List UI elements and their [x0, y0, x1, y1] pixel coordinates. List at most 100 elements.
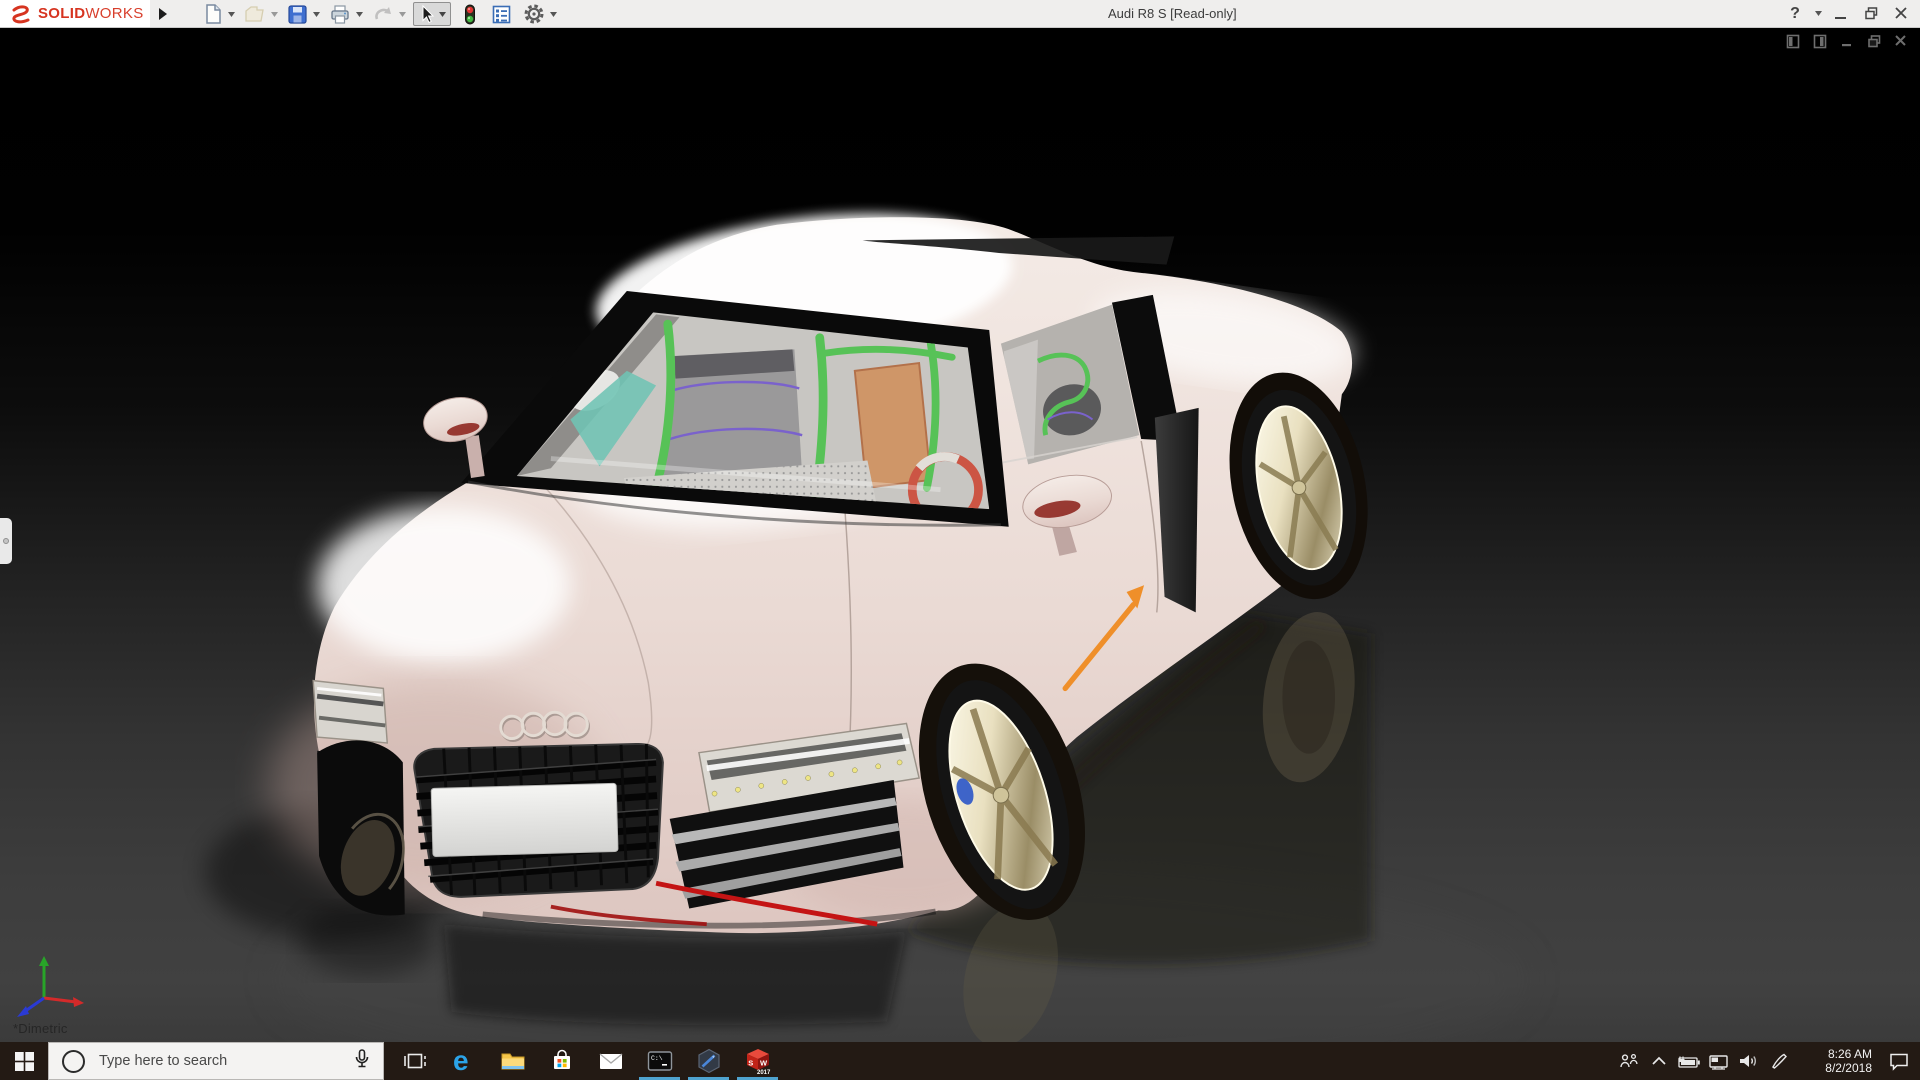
print-button[interactable] — [327, 3, 353, 25]
quick-access-toolbar — [200, 2, 563, 26]
view-orientation-label: *Dimetric — [13, 1021, 68, 1036]
close-button[interactable] — [1888, 2, 1914, 26]
solidworks-wordmark: SOLIDWORKS — [38, 5, 144, 22]
save-dropdown-caret[interactable] — [311, 3, 322, 25]
child-restore-icon[interactable] — [1865, 33, 1883, 49]
options-dropdown-caret[interactable] — [548, 3, 559, 25]
file-properties-button[interactable] — [489, 3, 514, 25]
file-explorer-icon — [501, 1053, 524, 1070]
cortana-icon — [62, 1049, 85, 1073]
svg-text:S: S — [748, 1058, 753, 1067]
save-floppy-icon — [288, 4, 307, 24]
solidworks-visualize-icon — [697, 1048, 720, 1074]
tab-dot — [3, 538, 9, 544]
document-window-icon-2[interactable] — [1811, 33, 1829, 49]
windows-ink-pen-icon[interactable] — [1764, 1042, 1794, 1080]
expand-menu-button[interactable] — [155, 3, 171, 24]
rebuild-button[interactable] — [460, 3, 480, 25]
notifications-icon — [1890, 1053, 1908, 1071]
taskbar-app-solidworks-visualize[interactable] — [684, 1042, 733, 1080]
taskbar-app-microsoft-store[interactable] — [537, 1042, 586, 1080]
clock-time: 8:26 AM — [1827, 1047, 1872, 1061]
svg-text:e: e — [453, 1047, 469, 1075]
z-axis-arrow — [17, 1006, 29, 1017]
headlight-left[interactable] — [312, 679, 389, 744]
open-folder-icon — [245, 6, 264, 22]
taskbar-clock[interactable]: 8:26 AM 8/2/2018 — [1800, 1047, 1872, 1075]
solidworks-logo[interactable]: SOLIDWORKS — [0, 0, 150, 27]
taskbar-app-solidworks-2017[interactable]: S W 2017 — [733, 1042, 782, 1080]
graphics-viewport[interactable]: *Dimetric — [0, 27, 1920, 1042]
orientation-triad[interactable] — [8, 952, 98, 1022]
document-title: Audi R8 S [Read-only] — [1108, 6, 1237, 21]
mail-icon — [599, 1053, 622, 1069]
system-tray: 8:26 AM 8/2/2018 — [1614, 1042, 1920, 1080]
open-button[interactable] — [242, 3, 268, 25]
new-document-icon — [206, 4, 221, 24]
windows-logo-icon — [14, 1051, 34, 1071]
featuremanager-collapsed-tab[interactable] — [0, 518, 12, 564]
undo-arrow-icon — [375, 7, 391, 20]
start-button[interactable] — [0, 1042, 48, 1080]
battery-icon[interactable] — [1674, 1042, 1704, 1080]
svg-text:W: W — [760, 1058, 768, 1067]
help-button[interactable]: ? — [1782, 2, 1808, 26]
microphone-icon[interactable] — [353, 1048, 371, 1075]
car-model-render[interactable] — [0, 27, 1920, 1042]
license-plate-blank[interactable] — [430, 782, 619, 857]
hidden-icons-chevron[interactable] — [1644, 1042, 1674, 1080]
save-button[interactable] — [285, 3, 310, 25]
microsoft-edge-icon: e — [453, 1047, 469, 1075]
new-document-dropdown-caret[interactable] — [226, 3, 237, 25]
front-grille[interactable] — [413, 742, 664, 898]
document-window-icon-1[interactable] — [1784, 33, 1802, 49]
taskbar-app-microsoft-edge[interactable]: e — [439, 1042, 488, 1080]
child-close-icon[interactable] — [1892, 33, 1910, 49]
rebuild-stoplight-icon — [465, 4, 475, 24]
title-bar: SOLIDWORKS Audi R8 S [Read-only] ? — [0, 0, 1920, 28]
minimize-button[interactable] — [1828, 2, 1854, 26]
volume-icon[interactable] — [1734, 1042, 1764, 1080]
action-center-button[interactable] — [1880, 1042, 1918, 1080]
svg-text:2017: 2017 — [757, 1070, 771, 1075]
new-document-button[interactable] — [201, 3, 225, 25]
select-cursor-icon — [422, 4, 435, 24]
taskbar-app-mail[interactable] — [586, 1042, 635, 1080]
print-dropdown-caret[interactable] — [354, 3, 365, 25]
select-tool-button[interactable] — [413, 2, 451, 26]
network-icon[interactable] — [1704, 1042, 1734, 1080]
solidworks-2017-icon: S W 2017 — [746, 1048, 771, 1075]
options-gear-icon — [524, 4, 544, 24]
y-axis-arrow — [39, 956, 49, 966]
svg-text:C:\: C:\ — [651, 1055, 663, 1062]
clock-date: 8/2/2018 — [1825, 1061, 1872, 1075]
window-controls: ? — [1782, 0, 1914, 27]
help-dropdown-caret[interactable] — [1812, 2, 1824, 26]
select-dropdown-caret-icon — [439, 11, 446, 17]
solidworks-window: *Dimetric SOLIDWORKS Audi R8 S [Read-onl… — [0, 0, 1920, 1080]
side-mirror-left[interactable] — [420, 392, 492, 479]
undo-dropdown-caret[interactable] — [397, 3, 408, 25]
taskbar-search-box[interactable]: Type here to search — [48, 1042, 384, 1080]
task-view-icon — [403, 1053, 426, 1069]
task-view-button[interactable] — [390, 1042, 439, 1080]
3ds-logo-icon — [12, 4, 30, 23]
command-prompt-icon: C:\ — [647, 1051, 672, 1071]
options-button[interactable] — [521, 3, 547, 25]
document-window-controls — [1784, 33, 1910, 49]
windows-taskbar: Type here to search e C:\ S W 2017 8:26 … — [0, 1042, 1920, 1080]
child-minimize-icon[interactable] — [1838, 33, 1856, 49]
open-dropdown-caret[interactable] — [269, 3, 280, 25]
taskbar-app-file-explorer[interactable] — [488, 1042, 537, 1080]
search-placeholder-text: Type here to search — [99, 1053, 228, 1069]
print-icon — [331, 4, 349, 24]
play-arrow-icon — [159, 7, 167, 20]
people-icon[interactable] — [1614, 1042, 1644, 1080]
undo-button[interactable] — [370, 3, 396, 25]
x-axis-arrow — [73, 997, 84, 1007]
microsoft-store-icon — [553, 1049, 570, 1069]
restore-button[interactable] — [1858, 2, 1884, 26]
taskbar-app-command-prompt[interactable]: C:\ — [635, 1042, 684, 1080]
file-properties-icon — [492, 5, 511, 23]
taskbar-apps: e C:\ S W 2017 — [390, 1042, 782, 1080]
